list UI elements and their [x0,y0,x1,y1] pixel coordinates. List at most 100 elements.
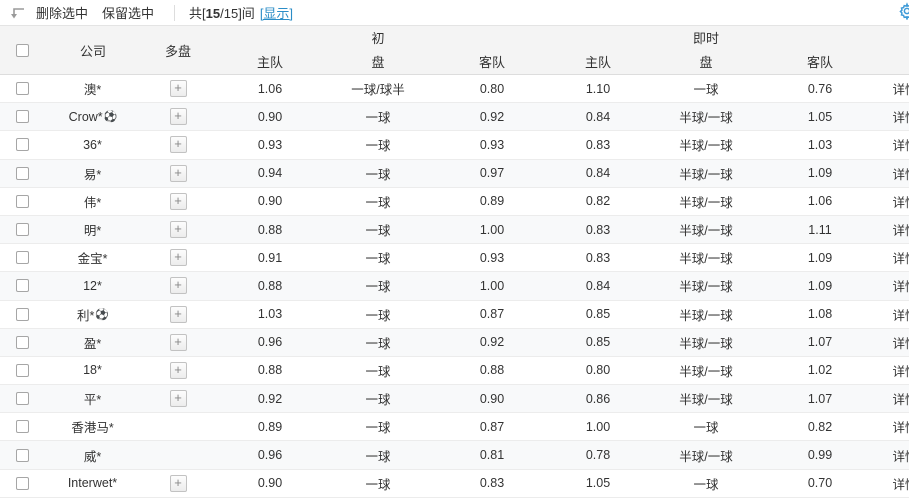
row-checkbox[interactable] [16,251,29,264]
live-away-odds: 1.03 [770,131,870,158]
expand-odds-button[interactable]: + [170,108,187,125]
row-checkbox[interactable] [16,167,29,180]
live-handicap: 一球 [642,413,770,440]
live-away-odds: 1.09 [770,272,870,299]
init-home-odds: 0.96 [214,441,326,468]
live-handicap: 半球/一球 [642,272,770,299]
init-handicap: 一球 [326,329,430,356]
detail-link[interactable]: 详情 [892,446,909,465]
row-checkbox[interactable] [16,477,29,490]
row-checkbox[interactable] [16,110,29,123]
header-multi: 多盘 [142,26,214,74]
row-checkbox[interactable] [16,364,29,377]
row-checkbox[interactable] [16,420,29,433]
row-checkbox[interactable] [16,336,29,349]
live-home-odds: 0.78 [554,441,642,468]
detail-link[interactable]: 详情 [892,361,909,380]
company-name: 易* [44,160,142,187]
expand-odds-button[interactable]: + [170,80,187,97]
header-group-initial: 初 [371,26,384,50]
header-live-home: 主队 [554,26,642,74]
live-home-odds: 0.84 [554,272,642,299]
init-handicap: 一球 [326,160,430,187]
detail-link[interactable]: 详情 [892,333,909,352]
expand-odds-button[interactable]: + [170,249,187,266]
gear-icon[interactable] [898,2,909,20]
init-handicap: 一球 [326,216,430,243]
row-checkbox[interactable] [16,138,29,151]
delete-selected-button[interactable]: 删除选中 [36,3,88,22]
row-checkbox[interactable] [16,392,29,405]
row-checkbox[interactable] [16,308,29,321]
detail-link[interactable]: 详情 [892,164,909,183]
init-away-odds: 0.90 [430,385,554,412]
expand-odds-button[interactable]: + [170,362,187,379]
live-handicap: 半球/一球 [642,188,770,215]
init-handicap: 一球 [326,413,430,440]
init-away-odds: 0.93 [430,131,554,158]
live-away-odds: 1.11 [770,216,870,243]
toolbar-divider [174,5,175,21]
table-row: 平* + 0.92 一球 0.90 0.86 半球/一球 1.07 详情 [0,385,909,413]
expand-odds-button[interactable]: + [170,475,187,492]
expand-odds-button[interactable]: + [170,221,187,238]
live-home-odds: 1.05 [554,470,642,497]
live-away-odds: 1.09 [770,244,870,271]
detail-link[interactable]: 详情 [892,417,909,436]
init-handicap: 一球 [326,103,430,130]
keep-selected-button[interactable]: 保留选中 [102,3,154,22]
company-name: 威* [44,441,142,468]
table-row: 盈* + 0.96 一球 0.92 0.85 半球/一球 1.07 详情 [0,329,909,357]
row-checkbox[interactable] [16,82,29,95]
init-home-odds: 0.88 [214,272,326,299]
header-live-away: 客队 [770,26,870,74]
expand-odds-button[interactable]: + [170,334,187,351]
expand-odds-button[interactable]: + [170,390,187,407]
live-handicap: 半球/一球 [642,385,770,412]
detail-link[interactable]: 详情 [892,135,909,154]
detail-link[interactable]: 详情 [892,79,909,98]
header-init-handicap: 初 盘 [326,26,430,74]
soccer-ball-icon: ⚽ [95,308,109,321]
table-row: 澳* + 1.06 一球/球半 0.80 1.10 一球 0.76 详情 [0,75,909,103]
detail-link[interactable]: 详情 [892,107,909,126]
detail-link[interactable]: 详情 [892,276,909,295]
expand-odds-button[interactable]: + [170,306,187,323]
live-handicap: 一球 [642,470,770,497]
detail-link[interactable]: 详情 [892,220,909,239]
select-all-checkbox[interactable] [16,44,29,57]
expand-odds-button[interactable]: + [170,193,187,210]
live-home-odds: 1.00 [554,413,642,440]
live-handicap: 半球/一球 [642,103,770,130]
live-handicap: 半球/一球 [642,160,770,187]
row-checkbox[interactable] [16,279,29,292]
detail-link[interactable]: 详情 [892,248,909,267]
init-away-odds: 0.89 [430,188,554,215]
detail-link[interactable]: 详情 [892,389,909,408]
row-checkbox[interactable] [16,223,29,236]
detail-link[interactable]: 详情 [892,474,909,493]
live-handicap: 半球/一球 [642,244,770,271]
live-home-odds: 0.80 [554,357,642,384]
init-home-odds: 0.91 [214,244,326,271]
expand-odds-button[interactable]: + [170,277,187,294]
select-arrow-icon[interactable] [8,6,26,20]
row-checkbox[interactable] [16,449,29,462]
header-init-away: 客队 [430,26,554,74]
init-away-odds: 0.92 [430,103,554,130]
init-home-odds: 0.94 [214,160,326,187]
init-away-odds: 0.87 [430,413,554,440]
init-away-odds: 0.81 [430,441,554,468]
header-company: 公司 [44,26,142,74]
detail-link[interactable]: 详情 [892,305,909,324]
detail-link[interactable]: 详情 [892,192,909,211]
expand-odds-button[interactable]: + [170,165,187,182]
row-checkbox[interactable] [16,195,29,208]
show-link[interactable]: [显示] [260,3,293,22]
live-handicap: 半球/一球 [642,131,770,158]
company-name: 平* [44,385,142,412]
company-name: 18* [44,357,142,384]
expand-odds-button[interactable]: + [170,136,187,153]
table-row: 伟* + 0.90 一球 0.89 0.82 半球/一球 1.06 详情 [0,188,909,216]
company-name: 香港马* [44,413,142,440]
